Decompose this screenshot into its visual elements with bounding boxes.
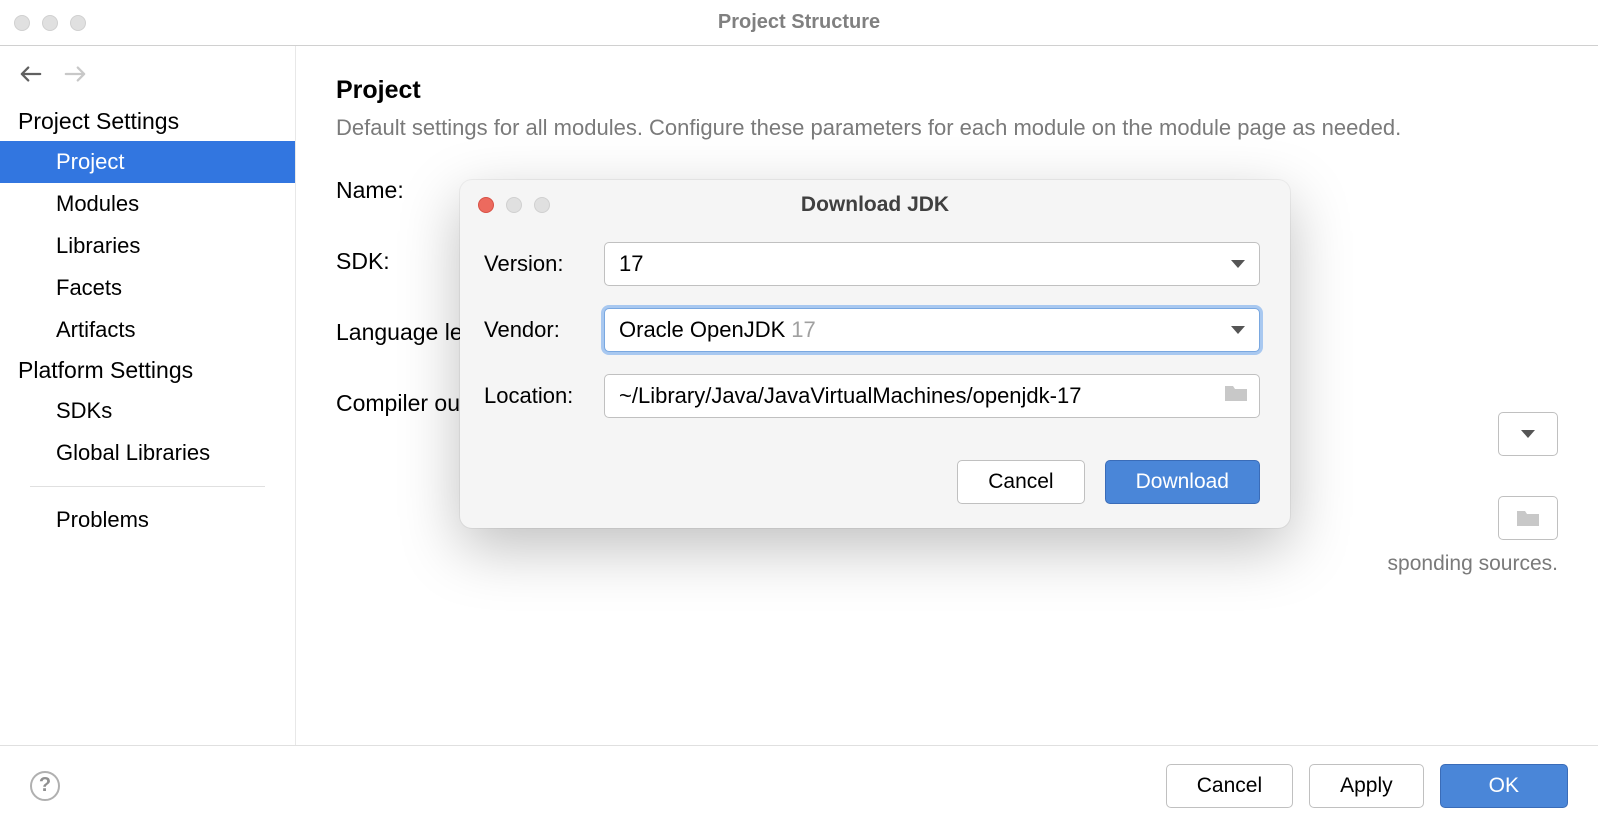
modal-title: Download JDK bbox=[801, 193, 949, 217]
back-button[interactable] bbox=[18, 64, 44, 84]
location-row: Location: ~/Library/Java/JavaVirtualMach… bbox=[484, 374, 1260, 418]
page-title: Project bbox=[336, 76, 1558, 105]
vendor-value: Oracle OpenJDK bbox=[619, 317, 785, 343]
sidebar: Project Settings Project Modules Librari… bbox=[0, 46, 296, 745]
chevron-down-icon bbox=[1231, 260, 1245, 268]
location-value: ~/Library/Java/JavaVirtualMachines/openj… bbox=[619, 383, 1081, 409]
maximize-icon bbox=[534, 197, 550, 213]
modal-titlebar: Download JDK bbox=[460, 180, 1290, 230]
sidebar-item-project[interactable]: Project bbox=[0, 141, 295, 183]
sidebar-heading-project-settings: Project Settings bbox=[0, 102, 295, 141]
close-icon[interactable] bbox=[14, 15, 30, 31]
chevron-down-icon bbox=[1231, 326, 1245, 334]
location-input[interactable]: ~/Library/Java/JavaVirtualMachines/openj… bbox=[604, 374, 1260, 418]
arrow-right-icon bbox=[64, 65, 86, 83]
modal-cancel-button[interactable]: Cancel bbox=[957, 460, 1084, 504]
browse-button[interactable] bbox=[1223, 383, 1249, 409]
apply-button[interactable]: Apply bbox=[1309, 764, 1424, 808]
arrow-left-icon bbox=[20, 65, 42, 83]
window-controls bbox=[14, 15, 86, 31]
sidebar-divider bbox=[30, 486, 265, 487]
version-value: 17 bbox=[619, 251, 643, 277]
sidebar-heading-platform-settings: Platform Settings bbox=[0, 351, 295, 390]
chevron-down-icon bbox=[1521, 430, 1535, 438]
sidebar-item-libraries[interactable]: Libraries bbox=[0, 225, 295, 267]
footer: ? Cancel Apply OK bbox=[0, 745, 1598, 825]
sidebar-item-global-libraries[interactable]: Global Libraries bbox=[0, 432, 295, 474]
folder-icon bbox=[1223, 383, 1249, 403]
ok-button[interactable]: OK bbox=[1440, 764, 1568, 808]
sidebar-item-problems[interactable]: Problems bbox=[0, 499, 295, 541]
version-label: Version: bbox=[484, 251, 604, 277]
vendor-label: Vendor: bbox=[484, 317, 604, 343]
nav-arrows bbox=[0, 60, 295, 102]
minimize-icon[interactable] bbox=[42, 15, 58, 31]
download-jdk-dialog: Download JDK Version: 17 Vendor: Oracle … bbox=[460, 180, 1290, 528]
version-combobox[interactable]: 17 bbox=[604, 242, 1260, 286]
modal-window-controls bbox=[478, 197, 550, 213]
location-label: Location: bbox=[484, 383, 604, 409]
cancel-button[interactable]: Cancel bbox=[1166, 764, 1293, 808]
vendor-version-suffix: 17 bbox=[791, 317, 815, 343]
vendor-row: Vendor: Oracle OpenJDK 17 bbox=[484, 308, 1260, 352]
compiler-output-hint: sponding sources. bbox=[1388, 552, 1558, 576]
sidebar-item-artifacts[interactable]: Artifacts bbox=[0, 309, 295, 351]
language-level-dropdown[interactable] bbox=[1498, 412, 1558, 456]
window-title: Project Structure bbox=[718, 11, 880, 34]
minimize-icon bbox=[506, 197, 522, 213]
sidebar-item-modules[interactable]: Modules bbox=[0, 183, 295, 225]
vendor-combobox[interactable]: Oracle OpenJDK 17 bbox=[604, 308, 1260, 352]
help-button[interactable]: ? bbox=[30, 771, 60, 801]
page-subtitle: Default settings for all modules. Config… bbox=[336, 115, 1558, 141]
titlebar: Project Structure bbox=[0, 0, 1598, 46]
modal-buttons: Cancel Download bbox=[460, 450, 1290, 504]
folder-icon bbox=[1515, 508, 1541, 528]
compiler-output-browse[interactable] bbox=[1498, 496, 1558, 540]
version-row: Version: 17 bbox=[484, 242, 1260, 286]
sidebar-item-sdks[interactable]: SDKs bbox=[0, 390, 295, 432]
download-button[interactable]: Download bbox=[1105, 460, 1260, 504]
sidebar-list: Project Settings Project Modules Librari… bbox=[0, 102, 295, 541]
modal-form: Version: 17 Vendor: Oracle OpenJDK 17 Lo… bbox=[460, 230, 1290, 450]
maximize-icon[interactable] bbox=[70, 15, 86, 31]
sidebar-item-facets[interactable]: Facets bbox=[0, 267, 295, 309]
forward-button[interactable] bbox=[62, 64, 88, 84]
close-icon[interactable] bbox=[478, 197, 494, 213]
